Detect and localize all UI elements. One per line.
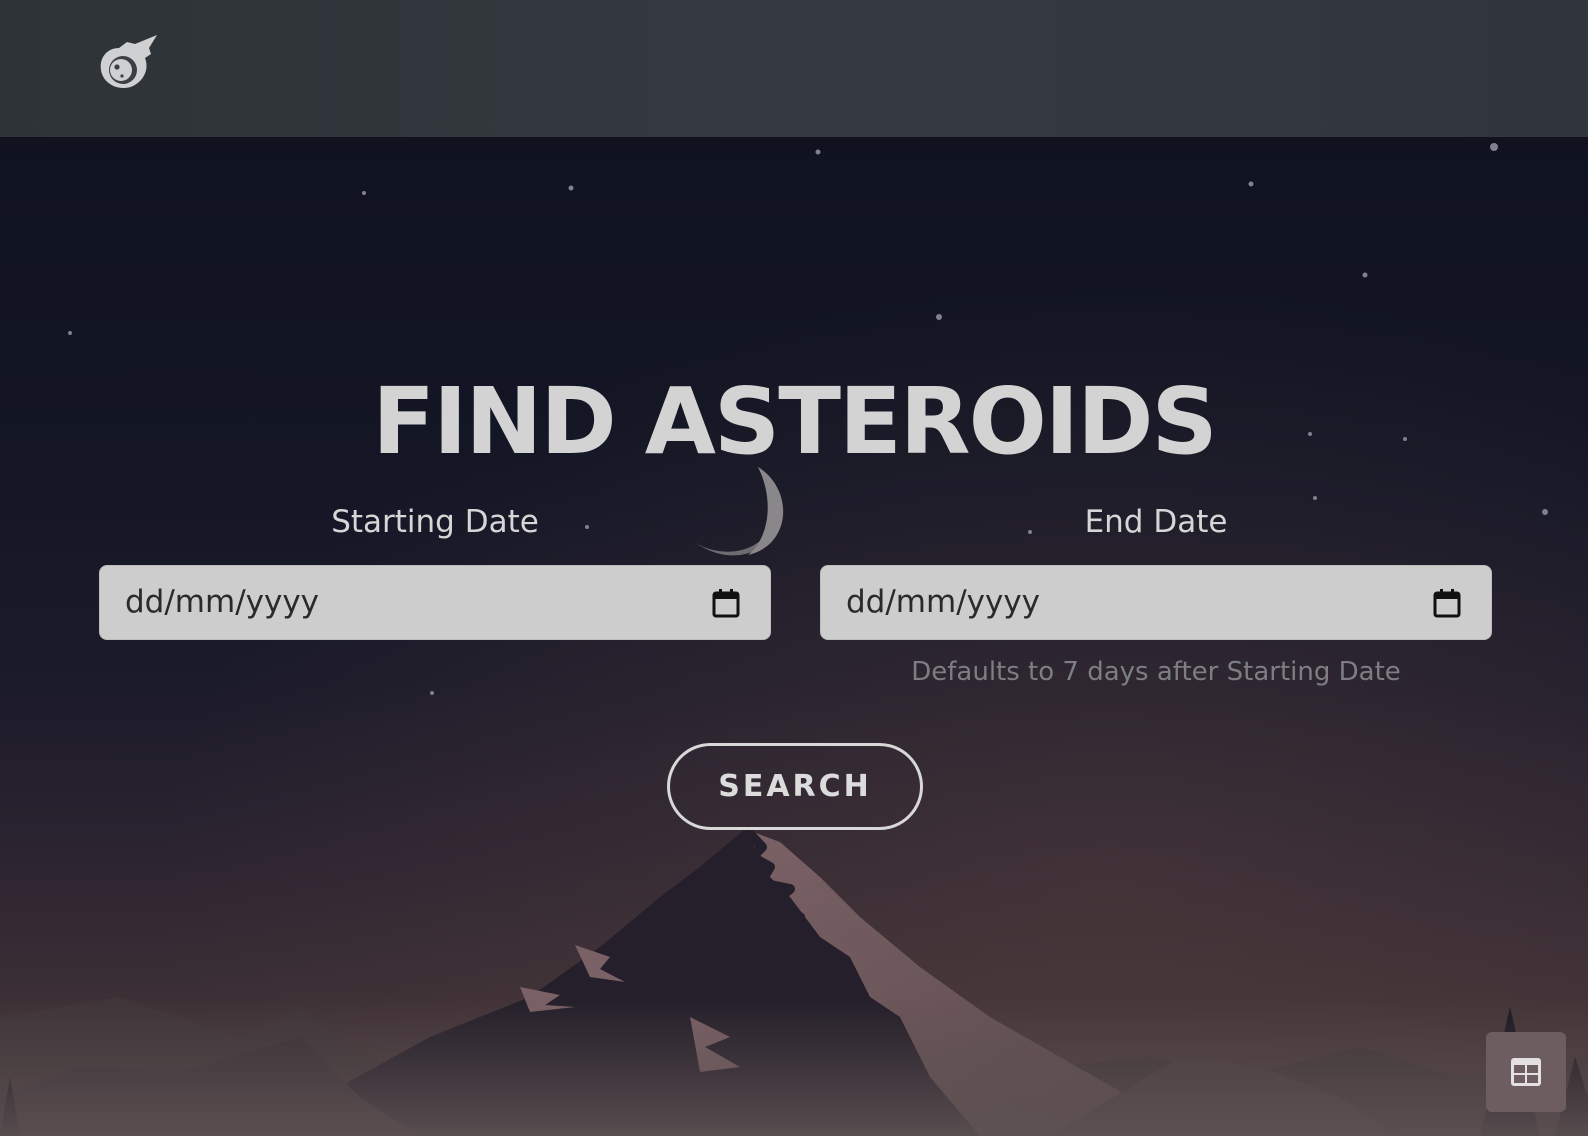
end-date-helper-text: Defaults to 7 days after Starting Date (911, 657, 1401, 687)
calendar-icon[interactable] (712, 588, 740, 618)
search-page: FIND ASTEROIDS Starting Date End Date dd… (0, 0, 1588, 1136)
end-date-label: End Date (1084, 504, 1228, 540)
top-navbar (0, 0, 1588, 137)
end-date-input[interactable]: dd/mm/yyyy (820, 565, 1492, 640)
table-icon (1511, 1058, 1541, 1086)
calendar-icon[interactable] (1433, 588, 1461, 618)
starting-date-input[interactable]: dd/mm/yyyy (99, 565, 771, 640)
starting-date-value: dd/mm/yyyy (125, 584, 320, 620)
page-title: FIND ASTEROIDS (372, 368, 1217, 475)
starting-date-label: Starting Date (331, 504, 539, 540)
end-date-value: dd/mm/yyyy (846, 584, 1041, 620)
search-button[interactable]: SEARCH (667, 743, 923, 830)
meteor-logo-icon[interactable] (97, 32, 161, 96)
floating-table-button[interactable] (1486, 1032, 1566, 1112)
